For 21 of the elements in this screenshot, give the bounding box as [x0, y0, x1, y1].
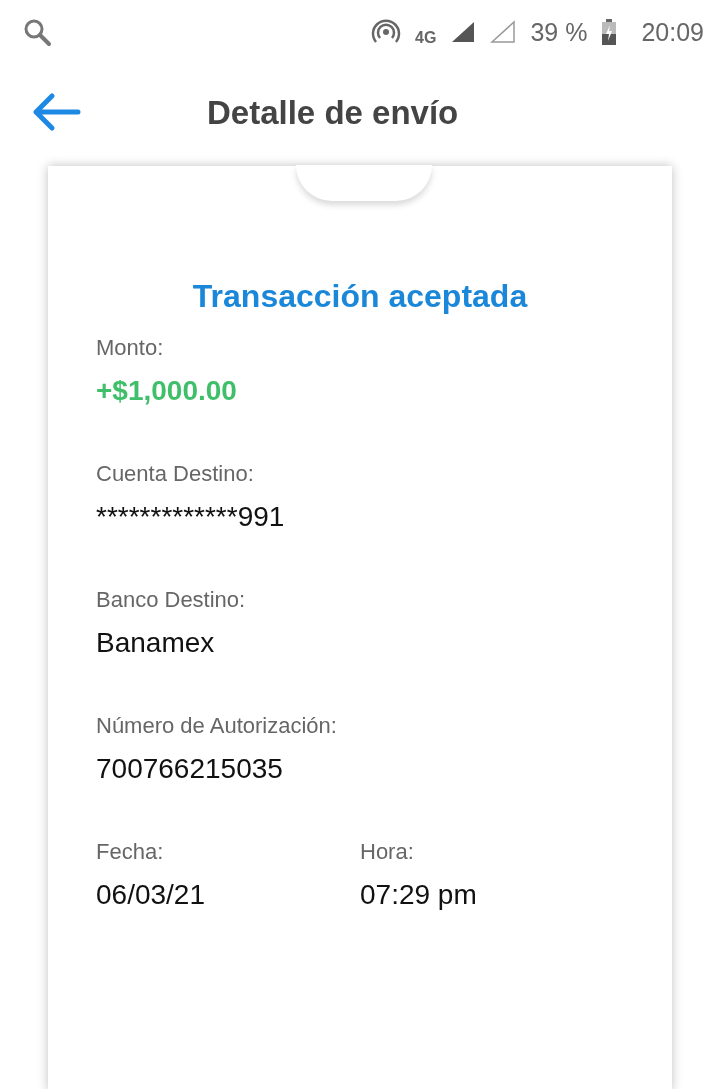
- amount-value: +$1,000.00: [96, 375, 238, 407]
- signal-icon: [450, 20, 477, 44]
- network-type: 4G: [415, 29, 437, 47]
- field-label: Número de Autorización:: [96, 713, 338, 739]
- clock-time: 20:09: [641, 17, 704, 47]
- screen-title: Detalle de envío: [207, 94, 459, 132]
- field-value: 700766215035: [96, 753, 284, 785]
- field-label: Fecha:: [96, 839, 165, 865]
- field-value: *************991: [96, 501, 286, 533]
- field-value: Banamex: [96, 627, 216, 659]
- signal-icon: [490, 20, 517, 44]
- battery-percent: 39 %: [530, 17, 588, 47]
- field-label: Hora:: [360, 839, 415, 865]
- battery-icon: [601, 19, 618, 45]
- transaction-status: Transacción aceptada: [191, 278, 529, 315]
- field-label: Banco Destino:: [96, 587, 247, 613]
- search-icon[interactable]: [22, 17, 52, 47]
- field-label: Cuenta Destino:: [96, 461, 255, 487]
- field-value: 06/03/21: [96, 879, 206, 911]
- field-value: 07:29 pm: [360, 879, 478, 911]
- field-label: Monto:: [96, 335, 165, 361]
